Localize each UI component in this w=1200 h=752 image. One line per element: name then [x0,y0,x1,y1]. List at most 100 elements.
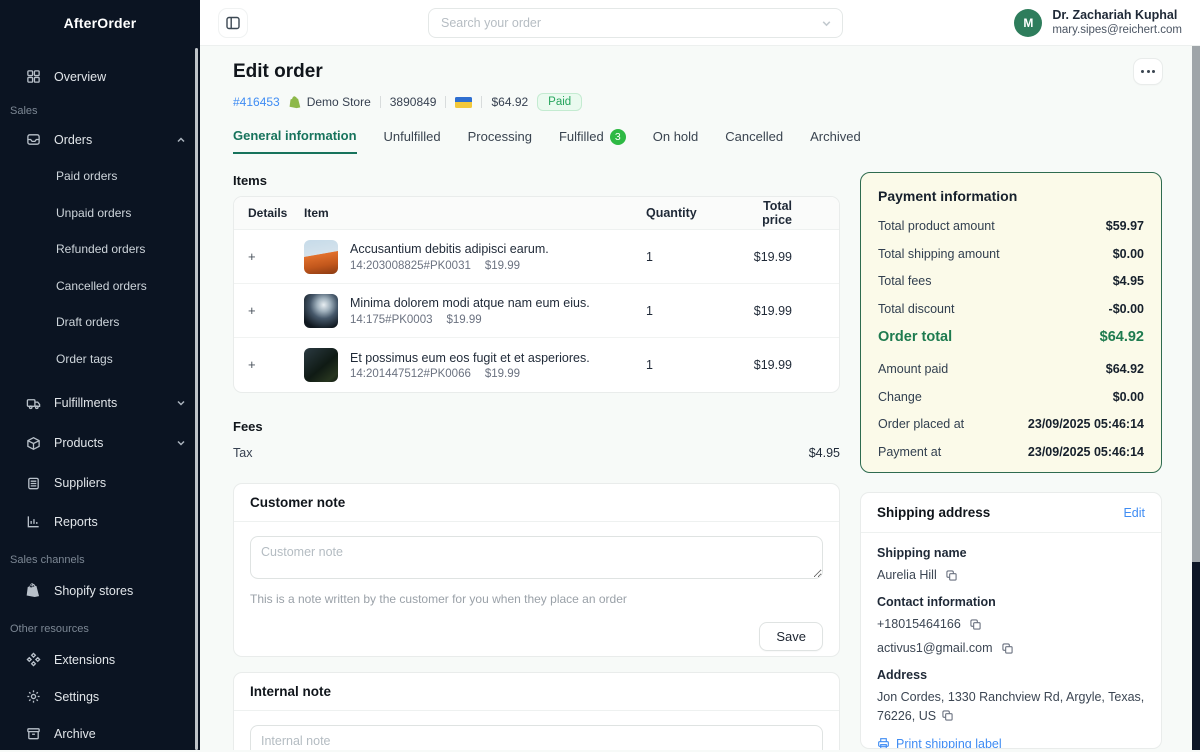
sidebar-item-order-tags[interactable]: Order tags [0,341,200,378]
expand-row-button[interactable]: + [248,301,266,319]
archive-icon [26,726,42,742]
customer-note-card: Customer note This is a note written by … [233,483,840,657]
shipping-phone: +18015464166 [877,615,961,633]
cube-icon [26,435,42,451]
shopify-icon [26,583,42,599]
tab-on-hold[interactable]: On hold [653,128,699,154]
fulfilled-count-badge: 3 [610,129,626,145]
copy-icon[interactable] [970,619,981,630]
items-heading: Items [233,173,267,188]
sidebar-item-orders[interactable]: Orders [0,121,200,158]
more-actions-button[interactable] [1133,58,1163,85]
order-search [428,8,843,38]
copy-icon[interactable] [1002,643,1013,654]
shipping-name-label: Shipping name [877,546,1145,560]
expand-row-button[interactable]: + [248,356,266,374]
page-scrollbar[interactable] [1192,46,1200,562]
product-price: $19.99 [447,314,482,326]
product-sku: 14:201447512#PK0066 [350,368,471,380]
sidebar-item-suppliers[interactable]: Suppliers [0,463,200,503]
contact-information-label: Contact information [877,595,1145,609]
panel-left-icon [225,15,241,31]
sidebar-item-fulfillments[interactable]: Fulfillments [0,383,200,423]
sidebar-item-products[interactable]: Products [0,423,200,463]
order-external-id: 3890849 [390,95,437,109]
copy-icon[interactable] [942,710,953,721]
product-total: $19.99 [746,250,839,264]
save-button[interactable]: Save [759,622,823,651]
tab-processing[interactable]: Processing [468,128,532,154]
sidebar-item-label: Suppliers [54,476,106,490]
expand-row-button[interactable]: + [248,247,266,265]
order-total-inline: $64.92 [491,95,528,109]
truck-icon [26,395,42,411]
chevron-down-icon[interactable] [821,18,832,29]
paid-status-badge: Paid [537,93,582,111]
table-row: + Minima dolorem modi atque nam eum eius… [234,284,839,338]
order-total-value: $64.92 [1100,329,1144,345]
topbar: M Dr. Zachariah Kuphal mary.sipes@reiche… [200,0,1200,46]
product-sku: 14:203008825#PK0031 [350,260,471,272]
order-total-row: Order total $64.92 [878,329,1144,345]
tab-fulfilled[interactable]: Fulfilled 3 [559,128,626,154]
sidebar-item-overview[interactable]: Overview [0,58,200,95]
sidebar-item-shopify-stores[interactable]: Shopify stores [0,572,200,609]
main-content: Edit order #416453 Demo Store 3890849 $6… [200,46,1200,750]
printer-icon [877,737,890,749]
sidebar-scrollbar[interactable] [195,48,198,750]
sidebar-item-label: Products [54,436,103,450]
user-name: Dr. Zachariah Kuphal [1052,8,1182,24]
customer-note-textarea[interactable] [250,536,823,579]
country-flag-ukraine [455,97,472,108]
sidebar-item-cancelled-orders[interactable]: Cancelled orders [0,268,200,305]
warehouse-icon [26,475,42,491]
product-name: Accusantium debitis adipisci earum. [350,241,549,257]
copy-icon[interactable] [946,570,957,581]
tab-archived[interactable]: Archived [810,128,861,154]
sidebar-item-archive[interactable]: Archive [0,715,200,752]
sidebar-item-extensions[interactable]: Extensions [0,641,200,678]
sidebar-item-unpaid-orders[interactable]: Unpaid orders [0,195,200,232]
table-row: + Accusantium debitis adipisci earum. 14… [234,230,839,284]
product-thumbnail [304,240,338,274]
sidebar-item-label: Fulfillments [54,396,117,410]
fee-value: $4.95 [809,446,840,460]
sidebar-toggle-button[interactable] [218,8,248,38]
inbox-icon [26,132,42,148]
user-menu[interactable]: M Dr. Zachariah Kuphal mary.sipes@reiche… [1014,8,1182,38]
sidebar-item-settings[interactable]: Settings [0,678,200,715]
payment-heading: Payment information [878,188,1144,204]
shipping-address-card: Shipping address Edit Shipping name Aure… [860,492,1162,749]
shipping-email: activus1@gmail.com [877,639,993,657]
shipping-heading: Shipping address [877,505,990,520]
edit-shipping-link[interactable]: Edit [1123,506,1145,520]
fee-row: Tax $4.95 [233,446,840,460]
chart-icon [26,514,42,530]
sidebar-item-reports[interactable]: Reports [0,503,200,540]
fee-label: Tax [233,446,252,460]
tab-unfulfilled[interactable]: Unfulfilled [384,128,441,154]
product-total: $19.99 [746,358,839,372]
shipping-name-value: Aurelia Hill [877,566,937,584]
internal-note-heading: Internal note [234,673,839,711]
product-quantity: 1 [646,250,746,264]
sidebar-item-draft-orders[interactable]: Draft orders [0,304,200,341]
internal-note-textarea[interactable] [250,725,823,750]
tab-cancelled[interactable]: Cancelled [725,128,783,154]
sidebar-item-label: Reports [54,515,98,529]
sidebar: AfterOrder Overview Sales Orders Paid or… [0,0,200,750]
extensions-icon [26,652,42,668]
gear-icon [26,689,42,705]
print-shipping-label-link[interactable]: Print shipping label [877,737,1145,749]
order-tabs: General information Unfulfilled Processi… [233,128,861,154]
order-number-link[interactable]: #416453 [233,95,280,109]
sidebar-item-refunded-orders[interactable]: Refunded orders [0,231,200,268]
sidebar-item-label: Shopify stores [54,584,133,598]
tab-general-information[interactable]: General information [233,128,357,154]
product-name: Et possimus eum eos fugit et et asperior… [350,350,590,366]
search-input[interactable] [441,16,821,30]
chevron-down-icon [176,398,186,408]
sidebar-item-label: Extensions [54,653,115,667]
sidebar-item-paid-orders[interactable]: Paid orders [0,158,200,195]
product-quantity: 1 [646,304,746,318]
